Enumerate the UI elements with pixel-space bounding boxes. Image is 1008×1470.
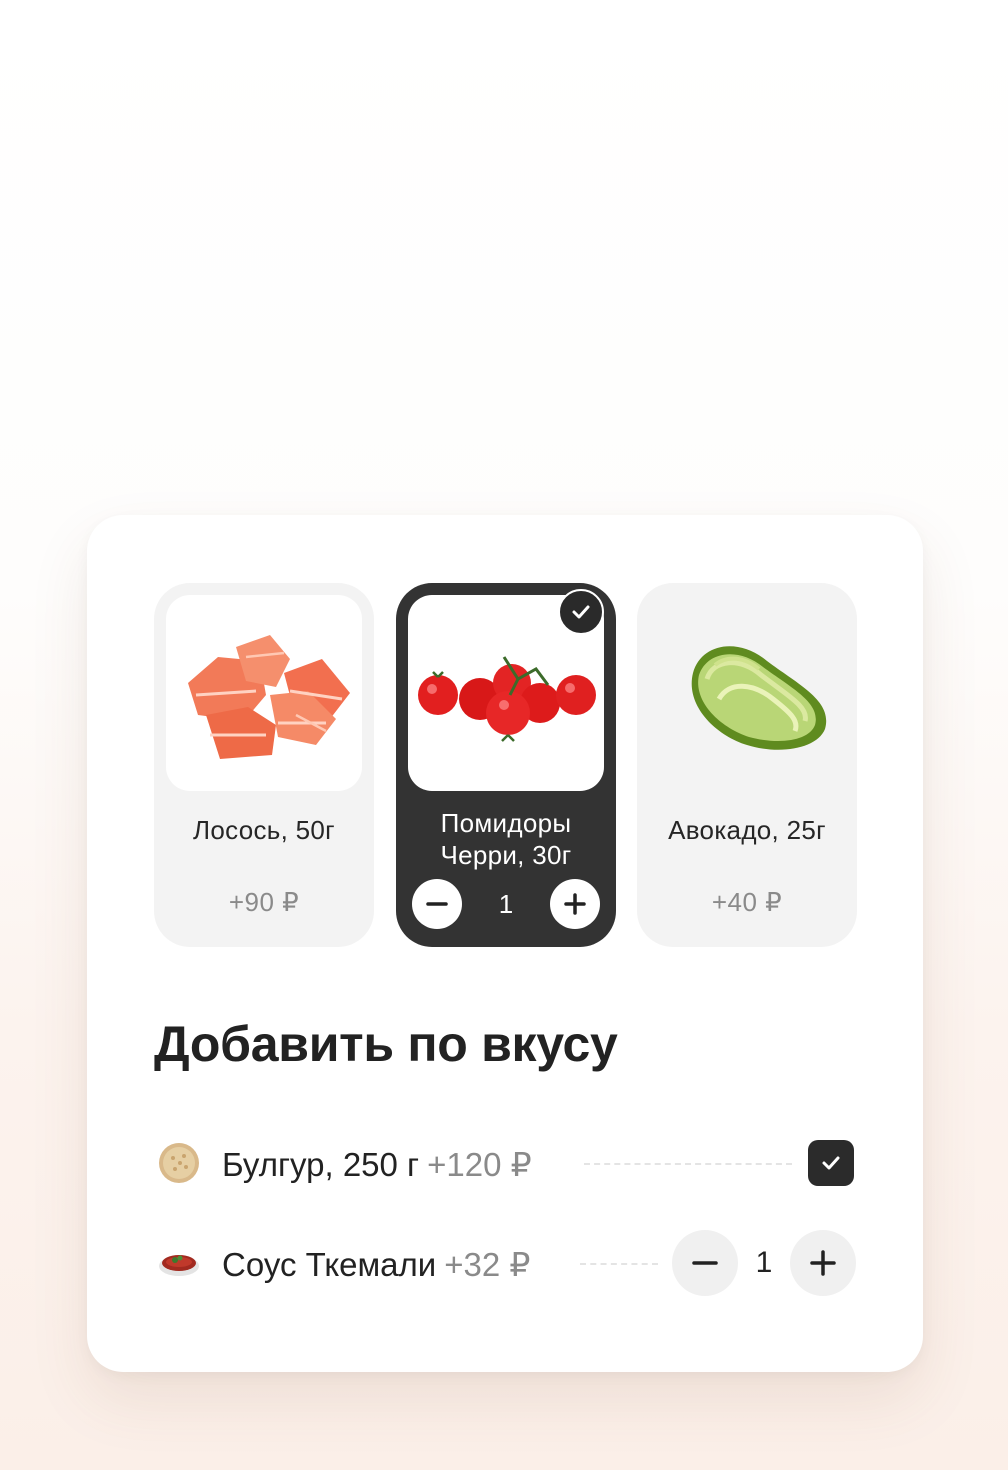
decrease-button[interactable]	[412, 879, 462, 929]
topping-name: Лосось, 50г	[193, 815, 335, 845]
extra-price: +32 ₽	[444, 1246, 531, 1283]
extra-name: Соус Ткемали	[222, 1246, 437, 1283]
section-title: Добавить по вкусу	[154, 1016, 618, 1072]
quantity-value: 1	[498, 888, 514, 919]
minus-icon	[692, 1261, 718, 1265]
increase-button[interactable]	[550, 879, 600, 929]
extra-quantity-stepper: 1	[672, 1230, 856, 1296]
leader-dots	[580, 1263, 658, 1265]
topping-quantity-stepper: 1	[412, 879, 600, 929]
avocado-image	[649, 595, 845, 791]
extra-row-bulgur[interactable]: Булгур, 250 г +120 ₽	[154, 1130, 856, 1196]
leader-dots	[584, 1163, 792, 1165]
add-ons-card: Лосось, 50г +90 ₽ Помидоры Черри, 30г 1 …	[87, 515, 923, 1372]
topping-name: Авокадо, 25г	[668, 815, 826, 845]
plus-icon	[810, 1250, 836, 1276]
topping-name-line1: Помидоры	[440, 808, 572, 838]
quantity-value: 1	[755, 1246, 773, 1279]
bulgur-icon	[159, 1143, 199, 1183]
tkemali-sauce-icon	[159, 1255, 199, 1276]
check-icon	[822, 1156, 840, 1170]
topping-tile-salmon[interactable]: Лосось, 50г +90 ₽	[154, 583, 374, 947]
topping-tile-avocado[interactable]: Авокадо, 25г +40 ₽	[637, 583, 857, 947]
decrease-button[interactable]	[672, 1230, 738, 1296]
salmon-image	[166, 595, 362, 791]
increase-button[interactable]	[790, 1230, 856, 1296]
extra-row-tkemali: Соус Ткемали +32 ₽ 1	[154, 1230, 856, 1296]
extra-name: Булгур, 250 г	[222, 1146, 420, 1183]
topping-tile-cherry-tomatoes[interactable]: Помидоры Черри, 30г 1	[396, 583, 616, 947]
extra-label: Булгур, 250 г +120 ₽	[222, 1145, 532, 1184]
topping-price: +40 ₽	[711, 887, 783, 917]
topping-name-line2: Черри, 30г	[440, 840, 572, 870]
topping-price: +90 ₽	[228, 887, 300, 917]
plus-icon	[564, 893, 586, 915]
minus-icon	[426, 902, 448, 906]
extra-price: +120 ₽	[427, 1146, 532, 1183]
topping-name: Помидоры Черри, 30г	[396, 807, 616, 871]
selected-check-icon	[558, 589, 604, 635]
extra-label: Соус Ткемали +32 ₽	[222, 1245, 530, 1284]
extra-checkbox[interactable]	[808, 1140, 854, 1186]
